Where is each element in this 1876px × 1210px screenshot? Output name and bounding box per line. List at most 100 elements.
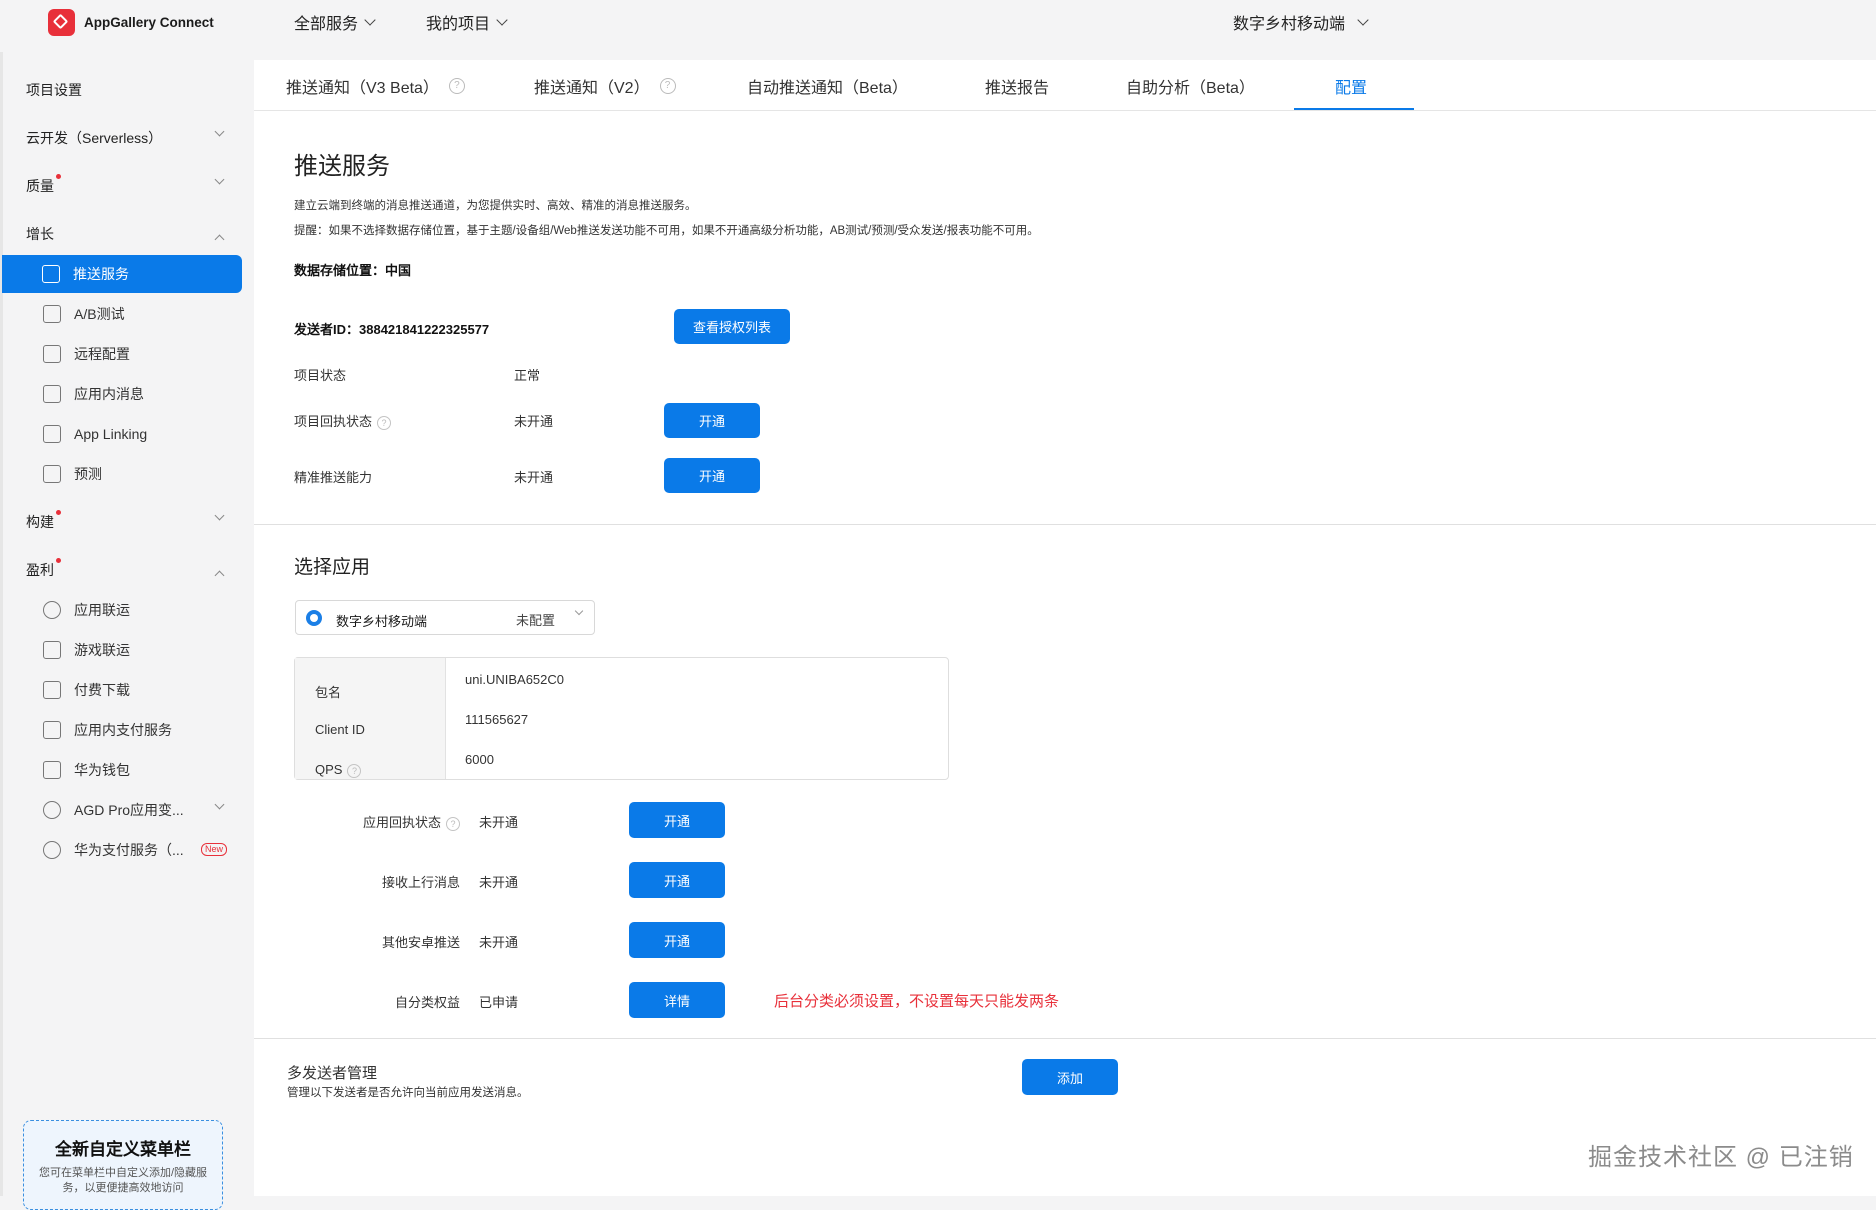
watermark: 掘金技术社区 @ 已注销 xyxy=(1588,1144,1854,1171)
sidebar-item-iap[interactable]: 应用内支付服务 xyxy=(3,711,245,749)
sidebar-item-prediction[interactable]: 预测 xyxy=(3,455,245,493)
my-projects-menu[interactable]: 我的项目 xyxy=(426,10,508,34)
custom-menu-promo[interactable]: 全新自定义菜单栏 您可在菜单栏中自定义添加/隐藏服务，以更便捷高效地访问 xyxy=(23,1120,223,1210)
help-icon[interactable]: ? xyxy=(659,78,676,94)
other-android-push-value: 未开通 xyxy=(479,935,519,950)
sidebar-item-quality[interactable]: 质量 xyxy=(3,166,245,206)
sidebar-item-label: 云开发（Serverless） xyxy=(26,130,163,146)
project-status-label: 项目状态 xyxy=(294,368,347,383)
sidebar-item-label: 游戏联运 xyxy=(74,642,130,658)
multi-sender-title: 多发送者管理 xyxy=(287,1065,378,1082)
tab-label: 推送通知（V2） xyxy=(534,80,650,97)
sidebar-item-label: 华为钱包 xyxy=(74,762,130,778)
data-storage-location: 数据存储位置：中国 xyxy=(294,263,412,278)
yuan-download-icon xyxy=(43,681,61,699)
enable-upstream-message-button[interactable]: 开通 xyxy=(629,862,725,898)
sidebar-item-earn[interactable]: 盈利 xyxy=(3,550,245,590)
main-content: 推送通知（V3 Beta） ? 推送通知（V2） ? 自动推送通知（Beta） … xyxy=(254,60,1876,1196)
sidebar-item-paid-download[interactable]: 付费下载 xyxy=(3,671,245,709)
remote-config-icon xyxy=(43,345,61,363)
tab-label: 自助分析（Beta） xyxy=(1126,80,1255,97)
tab-push-v3[interactable]: 推送通知（V3 Beta） ? xyxy=(286,74,465,98)
section-divider xyxy=(254,524,1876,525)
project-selector[interactable]: 数字乡村移动端 xyxy=(1233,10,1369,34)
package-name-value: uni.UNIBA652C0 xyxy=(465,672,564,687)
app-logo[interactable]: AppGallery Connect xyxy=(48,8,214,36)
sidebar-item-label: 增长 xyxy=(26,226,54,242)
other-android-push-label: 其他安卓推送 xyxy=(381,935,460,950)
chevron-down-icon xyxy=(214,174,225,185)
sidebar-item-ab-test[interactable]: A/B测试 xyxy=(3,295,245,333)
tab-push-report[interactable]: 推送报告 xyxy=(985,74,1049,98)
help-icon[interactable]: ? xyxy=(446,816,460,831)
sidebar-item-serverless[interactable]: 云开发（Serverless） xyxy=(3,118,245,158)
tab-auto-push[interactable]: 自动推送通知（Beta） xyxy=(747,74,908,98)
sidebar-item-label: 盈利 xyxy=(26,558,61,580)
view-authorization-list-button[interactable]: 查看授权列表 xyxy=(674,309,790,344)
sidebar-item-project-settings[interactable]: 项目设置 xyxy=(3,70,245,110)
sidebar-item-label: 构建 xyxy=(26,510,61,532)
tab-label: 推送通知（V3 Beta） xyxy=(286,80,439,97)
link-icon xyxy=(43,425,61,443)
sidebar-item-in-app-messaging[interactable]: 应用内消息 xyxy=(3,375,245,413)
sidebar-item-label: 质量 xyxy=(26,174,61,196)
multi-sender-description: 管理以下发送者是否允许向当前应用发送消息。 xyxy=(287,1087,529,1099)
sidebar-item-label: 预测 xyxy=(74,466,102,482)
sidebar-item-label: 华为支付服务（... xyxy=(74,842,184,858)
sidebar-item-huawei-pay[interactable]: 华为支付服务（... New xyxy=(3,831,245,869)
tab-configuration[interactable]: 配置 xyxy=(1335,74,1367,98)
tab-bar: 推送通知（V3 Beta） ? 推送通知（V2） ? 自动推送通知（Beta） … xyxy=(254,60,1876,111)
tab-push-v2[interactable]: 推送通知（V2） ? xyxy=(534,74,676,98)
sidebar-item-label: 应用联运 xyxy=(74,602,130,618)
promo-title: 全新自定义菜单栏 xyxy=(55,1140,191,1159)
sidebar-item-app-joint-operation[interactable]: 应用联运 xyxy=(3,591,245,629)
sidebar-item-label: 项目设置 xyxy=(26,82,82,98)
enable-other-android-push-button[interactable]: 开通 xyxy=(629,922,725,958)
app-receipt-status-value: 未开通 xyxy=(479,815,519,830)
top-bar: AppGallery Connect 全部服务 我的项目 数字乡村移动端 xyxy=(0,0,1876,52)
info-key-column xyxy=(295,658,446,779)
sidebar-item-growth[interactable]: 增长 xyxy=(3,214,245,254)
notification-dot xyxy=(56,174,61,179)
app-logo-text: AppGallery Connect xyxy=(84,14,214,30)
sidebar-item-label: 付费下载 xyxy=(74,682,130,698)
chevron-down-icon xyxy=(1357,14,1369,26)
sidebar-item-push-service[interactable]: 推送服务 xyxy=(2,255,242,293)
chevron-down-icon xyxy=(364,14,376,26)
client-id-value: 111565627 xyxy=(465,712,529,727)
sidebar-item-remote-config[interactable]: 远程配置 xyxy=(3,335,245,373)
appgallery-logo-icon xyxy=(48,8,75,36)
precise-push-label: 精准推送能力 xyxy=(294,470,373,485)
tab-label: 配置 xyxy=(1335,80,1368,97)
notification-dot xyxy=(56,558,61,563)
sidebar-item-game-joint-operation[interactable]: 游戏联运 xyxy=(3,631,245,669)
sidebar-item-app-linking[interactable]: App Linking xyxy=(3,415,245,453)
sidebar-item-label: A/B测试 xyxy=(74,306,125,322)
help-icon[interactable]: ? xyxy=(377,415,392,430)
qps-label: QPS? xyxy=(315,762,362,778)
qps-value: 6000 xyxy=(465,752,494,767)
add-sender-button[interactable]: 添加 xyxy=(1022,1059,1118,1095)
sidebar-item-huawei-wallet[interactable]: 华为钱包 xyxy=(3,751,245,789)
selected-app-name: 数字乡村移动端 xyxy=(336,614,428,629)
enable-app-receipt-button[interactable]: 开通 xyxy=(629,802,725,838)
chevron-up-icon xyxy=(214,234,225,245)
classification-warning-text: 后台分类必须设置，不设置每天只能发两条 xyxy=(774,993,1060,1010)
sender-id: 发送者ID：388421841222325577 xyxy=(294,322,490,337)
game-chart-icon xyxy=(43,641,61,659)
sidebar-item-build[interactable]: 构建 xyxy=(3,502,245,542)
selected-app-state: 未配置 xyxy=(516,613,556,628)
tab-self-analysis[interactable]: 自助分析（Beta） xyxy=(1126,74,1255,98)
app-select-dropdown[interactable]: 数字乡村移动端 未配置 xyxy=(295,600,595,635)
sidebar-item-agd-pro[interactable]: AGD Pro应用变... xyxy=(3,791,245,829)
payment-hand-icon xyxy=(43,841,61,859)
self-classification-details-button[interactable]: 详情 xyxy=(629,982,725,1018)
all-services-menu[interactable]: 全部服务 xyxy=(294,10,376,34)
chevron-down-icon xyxy=(214,126,225,137)
help-icon[interactable]: ? xyxy=(347,763,362,778)
help-icon[interactable]: ? xyxy=(448,78,465,94)
enable-project-receipt-button[interactable]: 开通 xyxy=(664,403,760,438)
enable-precise-push-button[interactable]: 开通 xyxy=(664,458,760,493)
network-icon xyxy=(43,601,61,619)
self-classification-value: 已申请 xyxy=(479,995,519,1010)
